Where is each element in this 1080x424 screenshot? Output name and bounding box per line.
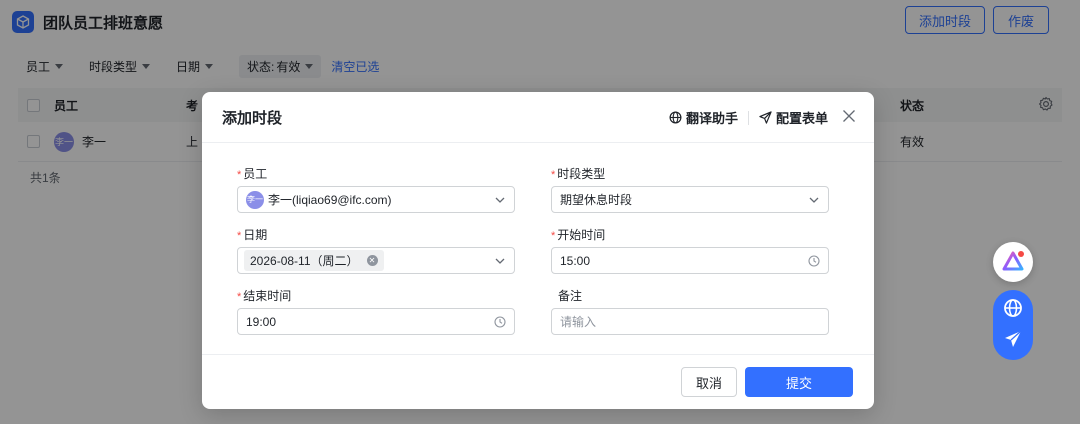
dialog-tools: 翻译助手 配置表单 — [669, 92, 856, 143]
date-tag: 2026-08-11（周二） ✕ — [244, 250, 384, 271]
chevron-down-icon — [494, 255, 506, 270]
field-date-label: * 日期 — [237, 228, 515, 242]
field-employee-label-text: 员工 — [243, 167, 268, 181]
clock-icon — [494, 316, 506, 331]
field-employee-label: * 员工 — [237, 167, 515, 181]
close-icon[interactable] — [842, 109, 856, 126]
field-employee: * 员工 李一 李一(liqiao69@ifc.com) — [237, 167, 515, 213]
field-end-time-label: * 结束时间 — [237, 289, 515, 303]
period-type-select[interactable]: 期望休息时段 — [551, 186, 829, 213]
configure-form-label: 配置表单 — [775, 111, 828, 126]
required-mark: * — [237, 291, 242, 303]
translate-assistant-label: 翻译助手 — [685, 111, 738, 126]
field-period-type: * 时段类型 期望休息时段 — [551, 167, 829, 213]
field-start-time-label-text: 开始时间 — [557, 228, 606, 242]
end-time-picker[interactable]: 19:00 — [237, 308, 515, 335]
remark-input[interactable]: 请输入 — [551, 308, 829, 335]
field-end-time: * 结束时间 19:00 — [237, 289, 515, 335]
required-mark: * — [237, 230, 242, 242]
required-mark: * — [237, 169, 242, 181]
start-time-picker[interactable]: 15:00 — [551, 247, 829, 274]
field-remark-label: 备注 — [558, 289, 583, 303]
field-start-time: * 开始时间 15:00 — [551, 228, 829, 274]
avatar: 李一 — [246, 190, 264, 209]
tool-divider — [747, 110, 749, 125]
globe-icon — [669, 111, 682, 124]
employee-select[interactable]: 李一 李一(liqiao69@ifc.com) — [237, 186, 515, 213]
globe-icon[interactable] — [1003, 298, 1023, 321]
field-end-time-label-text: 结束时间 — [243, 289, 292, 303]
configure-form-button[interactable]: 配置表单 — [759, 108, 828, 127]
field-remark: 备注 请输入 — [551, 289, 829, 335]
required-mark: * — [551, 230, 556, 242]
field-start-time-label: * 开始时间 — [551, 228, 829, 242]
date-tag-value: 2026-08-11（周二） — [250, 254, 359, 268]
ai-assistant-icon — [1002, 251, 1024, 271]
field-date-label-text: 日期 — [243, 228, 268, 242]
required-mark: * — [551, 169, 556, 181]
send-icon — [759, 111, 772, 124]
field-period-type-label-text: 时段类型 — [557, 167, 606, 181]
employee-select-value: 李一(liqiao69@ifc.com) — [268, 193, 392, 207]
field-date: * 日期 2026-08-11（周二） ✕ — [237, 228, 515, 274]
period-type-select-value: 期望休息时段 — [560, 193, 633, 207]
cancel-button[interactable]: 取消 — [681, 367, 737, 397]
dialog-footer: 取消 提交 — [202, 354, 874, 409]
chevron-down-icon — [494, 194, 506, 209]
submit-button[interactable]: 提交 — [745, 367, 853, 397]
add-period-dialog: 添加时段 翻译助手 配置表单 * 员工 李一 李一(liqiao69@ifc.co… — [202, 92, 874, 409]
date-select[interactable]: 2026-08-11（周二） ✕ — [237, 247, 515, 274]
send-icon[interactable] — [1003, 329, 1023, 352]
clock-icon — [808, 255, 820, 270]
remark-placeholder: 请输入 — [560, 315, 597, 329]
remove-tag-icon[interactable]: ✕ — [366, 255, 378, 266]
field-period-type-label: * 时段类型 — [551, 167, 829, 181]
start-time-value: 15:00 — [560, 253, 591, 268]
end-time-value: 19:00 — [246, 314, 277, 329]
ai-assistant-button[interactable] — [993, 242, 1033, 282]
dialog-body: * 员工 李一 李一(liqiao69@ifc.com) * 时段类型 期望休息时段… — [202, 143, 874, 354]
dialog-header: 添加时段 翻译助手 配置表单 — [202, 92, 874, 143]
floating-tool-group — [993, 290, 1033, 360]
translate-assistant-button[interactable]: 翻译助手 — [669, 108, 738, 127]
chevron-down-icon — [808, 194, 820, 209]
dialog-title: 添加时段 — [222, 109, 283, 127]
